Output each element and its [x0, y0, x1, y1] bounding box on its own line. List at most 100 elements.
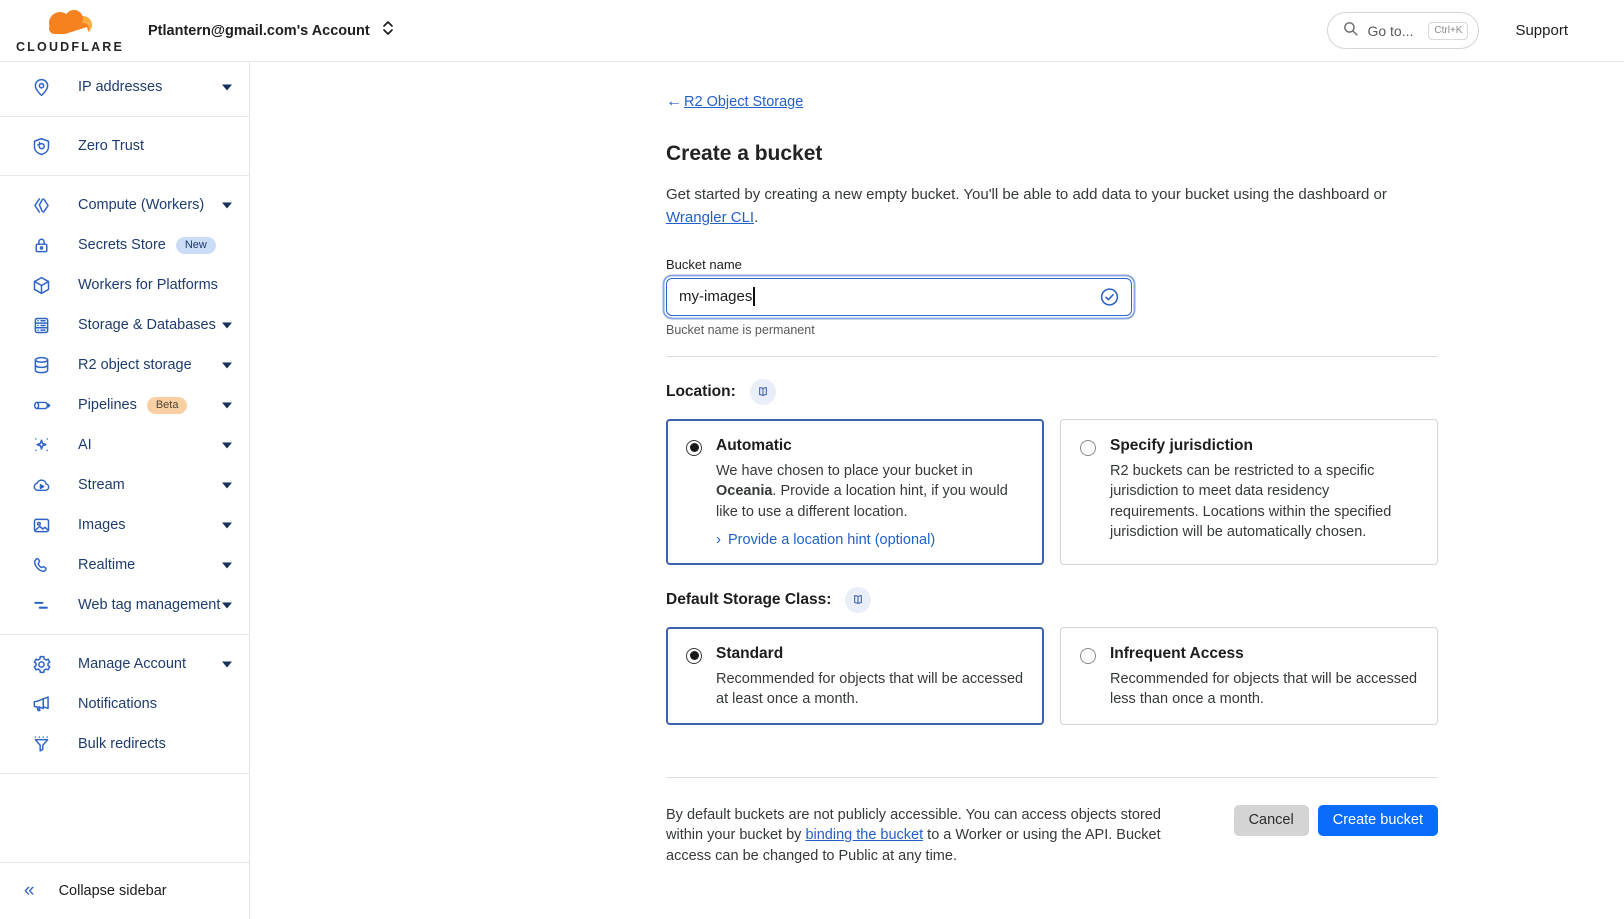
location-option-jurisdiction[interactable]: Specify jurisdiction R2 buckets can be r…: [1060, 419, 1438, 565]
chevron-down-icon: [222, 562, 232, 568]
database-icon: [31, 315, 52, 336]
support-menu[interactable]: Support: [1515, 22, 1568, 39]
option-description: R2 buckets can be restricted to a specif…: [1110, 461, 1418, 543]
access-note: By default buckets are not publicly acce…: [666, 805, 1182, 867]
chevron-down-icon: [222, 602, 232, 608]
radio-unselected-icon[interactable]: [1080, 648, 1096, 664]
gear-icon: [31, 654, 52, 675]
location-option-automatic[interactable]: Automatic We have chosen to place your b…: [666, 419, 1044, 565]
location-help-icon[interactable]: [750, 379, 776, 405]
location-heading: Location:: [666, 383, 736, 401]
storage-option-infrequent[interactable]: Infrequent Access Recommended for object…: [1060, 627, 1438, 725]
sidebar-item-realtime[interactable]: Realtime: [0, 545, 249, 585]
chevron-down-icon: [222, 402, 232, 408]
radio-selected-icon[interactable]: [686, 440, 702, 456]
beta-badge: Beta: [147, 397, 188, 414]
sidebar-item-secrets-store[interactable]: Secrets Store New: [0, 225, 249, 265]
sidebar-item-label: Web tag management: [78, 597, 220, 613]
sidebar-item-label: Compute (Workers): [78, 197, 204, 213]
chevron-down-icon: [222, 362, 232, 368]
sidebar-item-label: R2 object storage: [78, 357, 192, 373]
option-title: Infrequent Access: [1110, 645, 1418, 663]
sidebar-item-label: Notifications: [78, 696, 157, 712]
sidebar-item-label: Pipelines: [78, 397, 137, 413]
cloudflare-cloud-icon: [37, 7, 103, 44]
goto-search[interactable]: Go to... Ctrl+K: [1327, 12, 1479, 49]
back-arrow-icon: ←: [666, 93, 682, 111]
sidebar-item-stream[interactable]: Stream: [0, 465, 249, 505]
bucket-name-field: Bucket name my-images Bucket name is per…: [666, 257, 1438, 337]
divider: [666, 356, 1438, 357]
sidebar-item-manage-account[interactable]: Manage Account: [0, 644, 249, 684]
text-cursor: [753, 287, 755, 306]
account-switcher[interactable]: Ptlantern@gmail.com's Account: [148, 19, 396, 42]
radio-selected-icon[interactable]: [686, 648, 702, 664]
sidebar-item-label: Stream: [78, 477, 125, 493]
workers-icon: [31, 195, 52, 216]
double-chevron-left-icon: «: [24, 880, 35, 902]
binding-the-bucket-link[interactable]: binding the bucket: [805, 827, 923, 843]
sidebar-item-notifications[interactable]: Notifications: [0, 684, 249, 724]
pipeline-icon: [31, 395, 52, 416]
main-content: ← R2 Object Storage Create a bucket Get …: [250, 62, 1624, 919]
location-hint-label: Provide a location hint (optional): [728, 532, 935, 548]
sidebar-item-label: AI: [78, 437, 92, 453]
cloudflare-logo[interactable]: CLOUDFLARE: [20, 7, 120, 54]
location-options: Automatic We have chosen to place your b…: [666, 419, 1438, 565]
sidebar-item-ai[interactable]: AI: [0, 425, 249, 465]
select-chevrons-icon: [380, 19, 396, 42]
bucket-name-value: my-images: [679, 288, 752, 305]
chevron-down-icon: [222, 482, 232, 488]
sidebar-item-label: Images: [78, 517, 126, 533]
sidebar-item-label: Bulk redirects: [78, 736, 166, 752]
new-badge: New: [176, 237, 216, 254]
sidebar-item-images[interactable]: Images: [0, 505, 249, 545]
lock-icon: [31, 235, 52, 256]
storage-class-help-icon[interactable]: [845, 587, 871, 613]
search-icon: [1342, 20, 1359, 42]
desc-prefix: We have chosen to place your bucket in: [716, 463, 973, 479]
sidebar-item-compute-workers[interactable]: Compute (Workers): [0, 185, 249, 225]
sidebar-item-label: Secrets Store: [78, 237, 166, 253]
cube-icon: [31, 275, 52, 296]
create-bucket-button[interactable]: Create bucket: [1318, 805, 1438, 836]
location-hint-link[interactable]: › Provide a location hint (optional): [716, 531, 1024, 548]
cloudflare-wordmark: CLOUDFLARE: [16, 40, 124, 54]
sidebar-item-workers-for-platforms[interactable]: Workers for Platforms: [0, 265, 249, 305]
intro-suffix: .: [754, 209, 758, 226]
location-pin-icon: [31, 77, 52, 98]
cancel-button[interactable]: Cancel: [1234, 805, 1309, 836]
chevron-down-icon: [222, 202, 232, 208]
shield-zero-trust-icon: [31, 136, 52, 157]
collapse-sidebar-label: Collapse sidebar: [59, 883, 167, 899]
storage-option-standard[interactable]: Standard Recommended for objects that wi…: [666, 627, 1044, 725]
bucket-name-label: Bucket name: [666, 257, 1438, 272]
sidebar-item-bulk-redirects[interactable]: Bulk redirects: [0, 724, 249, 764]
storage-class-heading: Default Storage Class:: [666, 591, 831, 609]
sidebar-item-label: Manage Account: [78, 656, 186, 672]
option-description: Recommended for objects that will be acc…: [1110, 669, 1418, 710]
sidebar-item-web-tag-management[interactable]: Web tag management: [0, 585, 249, 625]
sidebar-item-zero-trust[interactable]: Zero Trust: [0, 126, 249, 166]
disc-stack-icon: [31, 355, 52, 376]
sidebar-item-label: Workers for Platforms: [78, 277, 218, 293]
sidebar-item-ip-addresses[interactable]: IP addresses: [0, 67, 249, 107]
back-link-label: R2 Object Storage: [684, 94, 803, 110]
radio-unselected-icon[interactable]: [1080, 440, 1096, 456]
sidebar-item-pipelines[interactable]: Pipelines Beta: [0, 385, 249, 425]
back-to-r2-link[interactable]: ← R2 Object Storage: [666, 93, 803, 111]
tag-lines-icon: [31, 595, 52, 616]
chevron-down-icon: [222, 84, 232, 90]
desc-bold: Oceania: [716, 483, 772, 499]
sidebar-item-r2-object-storage[interactable]: R2 object storage: [0, 345, 249, 385]
account-name: Ptlantern@gmail.com's Account: [148, 23, 370, 39]
bucket-name-helper: Bucket name is permanent: [666, 323, 1438, 337]
sidebar-item-storage-databases[interactable]: Storage & Databases: [0, 305, 249, 345]
sidebar-nav: IP addresses Zero Trust Compute (Workers) S…: [0, 62, 249, 774]
wrangler-cli-link[interactable]: Wrangler CLI: [666, 209, 754, 226]
option-title: Specify jurisdiction: [1110, 437, 1418, 455]
sidebar-divider: [0, 634, 249, 635]
bucket-name-input[interactable]: my-images: [666, 278, 1132, 316]
sidebar-divider: [0, 175, 249, 176]
collapse-sidebar-button[interactable]: « Collapse sidebar: [0, 862, 249, 919]
